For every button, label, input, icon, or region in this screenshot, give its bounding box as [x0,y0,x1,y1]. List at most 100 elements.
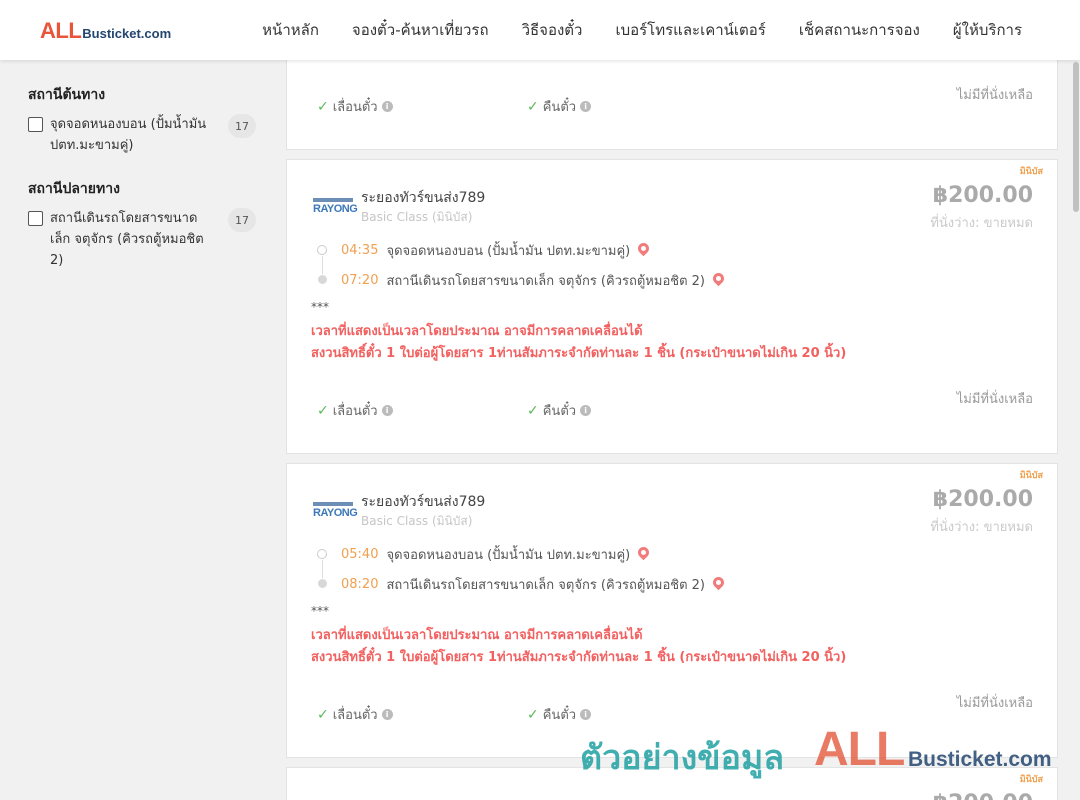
origin-count-badge: 17 [228,114,256,138]
remark-stars: *** [311,300,329,314]
notice-time-approx: เวลาที่แสดงเป็นเวลาโดยประมาณ อาจมีการคลา… [311,324,643,339]
remark-stars: *** [311,604,329,618]
arrival-dot [318,579,327,588]
logo-all-text: ALL [40,18,82,43]
ticket-price: ฿200.00 [932,183,1033,208]
filter-sidebar: สถานีต้นทาง จุดจอดหนองบอน (ปั้มน้ำมัน ปต… [28,60,258,271]
departure-stop: 05:40 จุดจอดหนองบอน (ปั้มน้ำมัน ปตท.มะขา… [341,544,652,565]
arrival-stop: 07:20 สถานีเดินรถโดยสารขนาดเล็ก จตุจักร … [341,270,727,291]
arrival-dot [318,275,327,284]
departure-dot [317,549,327,559]
ticket-price: ฿200.00 [932,487,1033,512]
watermark-logo-busticket: Busticket.com [908,748,1052,771]
refund-feature: ✓ คืนตั๋ว i [527,704,592,725]
departure-time: 04:35 [341,243,379,258]
minibus-badge: มินิบัส [1019,167,1043,177]
departure-place: จุดจอดหนองบอน (ปั้มน้ำมัน ปตท.มะขามคู่) [386,548,631,563]
map-pin-icon[interactable] [710,574,727,591]
info-icon[interactable]: i [580,101,592,112]
watermark-sample-text: ตัวอย่างข้อมูล [580,738,785,778]
no-seats-text: ไม่มีที่นั่งเหลือ [956,696,1033,711]
arrival-time: 07:20 [341,273,379,288]
check-icon: ✓ [527,402,539,419]
main-nav: หน้าหลัก จองตั๋ว-ค้นหาเที่ยวรถ วิธีจองตั… [262,0,1022,60]
refund-feature: ✓ คืนตั๋ว i [527,96,592,117]
destination-checkbox[interactable] [28,211,43,226]
check-icon: ✓ [317,98,329,115]
refund-label: คืนตั๋ว [542,100,577,115]
info-icon[interactable]: i [580,709,592,720]
departure-time: 05:40 [341,547,379,562]
site-logo[interactable]: ALL Busticket.com [40,18,171,44]
info-icon[interactable]: i [580,405,592,416]
arrival-time: 08:20 [341,577,379,592]
nav-check-booking[interactable]: เช็คสถานะการจอง [799,18,920,42]
bus-class: Basic Class (มินิบัส) [361,210,473,224]
origin-filter-option[interactable]: จุดจอดหนองบอน (ปั้มน้ำมัน ปตท.มะขามคู่) … [28,114,258,156]
bus-class: Basic Class (มินิบัส) [361,514,473,528]
notice-luggage: สงวนสิทธิ์ตั๋ว 1 ใบต่อผู้โดยสาร 1ท่านสัม… [311,346,847,361]
arrival-stop: 08:20 สถานีเดินรถโดยสารขนาดเล็ก จตุจักร … [341,574,727,595]
logo-busticket-text: Busticket.com [82,26,172,41]
reschedule-feature: ✓ เลื่อนตั๋ว i [317,96,393,117]
operator-logo-text: RAYONG [313,203,358,215]
nav-how-to-book[interactable]: วิธีจองตั๋ว [522,18,583,42]
operator-logo-text: RAYONG [313,507,358,519]
notice-luggage: สงวนสิทธิ์ตั๋ว 1 ใบต่อผู้โดยสาร 1ท่านสัม… [311,650,847,665]
scrollbar-thumb[interactable] [1073,62,1079,212]
departure-dot [317,245,327,255]
destination-option-label[interactable]: สถานีเดินรถโดยสารขนาดเล็ก จตุจักร (คิวรถ… [50,208,210,271]
ticket-price: ฿200.00 [933,791,1033,800]
map-pin-icon[interactable] [635,544,652,561]
map-pin-icon[interactable] [710,270,727,287]
seats-available: ที่นั่งว่าง: ขายหมด [930,216,1033,231]
destination-filter-title: สถานีปลายทาง [28,181,120,197]
destination-count-badge: 17 [228,208,256,232]
minibus-badge: มินิบัส [1019,471,1043,481]
nav-home[interactable]: หน้าหลัก [262,18,319,42]
origin-option-label[interactable]: จุดจอดหนองบอน (ปั้มน้ำมัน ปตท.มะขามคู่) [50,114,210,156]
top-header: ALL Busticket.com หน้าหลัก จองตั๋ว-ค้นหา… [0,0,1080,60]
trip-card[interactable]: มินิบัส RAYONG ระยองทัวร์ขนส่ง789 Basic … [286,159,1058,454]
info-icon[interactable]: i [381,405,393,416]
origin-checkbox[interactable] [28,117,43,132]
check-icon: ✓ [527,98,539,115]
operator-logo: RAYONG [313,500,358,522]
operator-logo: RAYONG [313,196,358,218]
check-icon: ✓ [317,706,329,723]
refund-label: คืนตั๋ว [542,404,577,419]
minibus-badge: มินิบัส [1019,775,1043,785]
reschedule-feature: ✓ เลื่อนตั๋ว i [317,400,393,421]
seats-available: ที่นั่งว่าง: ขายหมด [930,520,1033,535]
route-line [322,560,323,578]
no-seats-text: ไม่มีที่นั่งเหลือ [956,392,1033,407]
arrival-place: สถานีเดินรถโดยสารขนาดเล็ก จตุจักร (คิวรถ… [386,274,705,289]
reschedule-feature: ✓ เลื่อนตั๋ว i [317,704,393,725]
nav-operators[interactable]: ผู้ให้บริการ [953,18,1022,42]
nav-phone-counters[interactable]: เบอร์โทรและเคาน์เตอร์ [615,18,765,42]
no-seats-text: ไม่มีที่นั่งเหลือ [956,88,1033,103]
route-line [322,256,323,274]
info-icon[interactable]: i [381,709,393,720]
trip-card[interactable]: มินิบัส RAYONG ระยองทัวร์ขนส่ง789 Basic … [286,463,1058,758]
check-icon: ✓ [527,706,539,723]
nav-book-search[interactable]: จองตั๋ว-ค้นหาเที่ยวรถ [352,18,489,42]
info-icon[interactable]: i [381,101,393,112]
arrival-place: สถานีเดินรถโดยสารขนาดเล็ก จตุจักร (คิวรถ… [386,578,705,593]
origin-filter-title: สถานีต้นทาง [28,87,106,103]
operator-name: ระยองทัวร์ขนส่ง789 [361,494,486,510]
trip-card-partial: ✓ เลื่อนตั๋ว i ✓ คืนตั๋ว i ไม่มีที่นั่งเ… [286,48,1058,150]
destination-filter-option[interactable]: สถานีเดินรถโดยสารขนาดเล็ก จตุจักร (คิวรถ… [28,208,258,271]
map-pin-icon[interactable] [635,240,652,257]
reschedule-label: เลื่อนตั๋ว [332,404,378,419]
check-icon: ✓ [317,402,329,419]
reschedule-label: เลื่อนตั๋ว [332,708,378,723]
refund-feature: ✓ คืนตั๋ว i [527,400,592,421]
departure-place: จุดจอดหนองบอน (ปั้มน้ำมัน ปตท.มะขามคู่) [386,244,631,259]
watermark-logo-all: ALL [814,723,905,776]
refund-label: คืนตั๋ว [542,708,577,723]
departure-stop: 04:35 จุดจอดหนองบอน (ปั้มน้ำมัน ปตท.มะขา… [341,240,652,261]
operator-name: ระยองทัวร์ขนส่ง789 [361,190,486,206]
reschedule-label: เลื่อนตั๋ว [332,100,378,115]
notice-time-approx: เวลาที่แสดงเป็นเวลาโดยประมาณ อาจมีการคลา… [311,628,643,643]
